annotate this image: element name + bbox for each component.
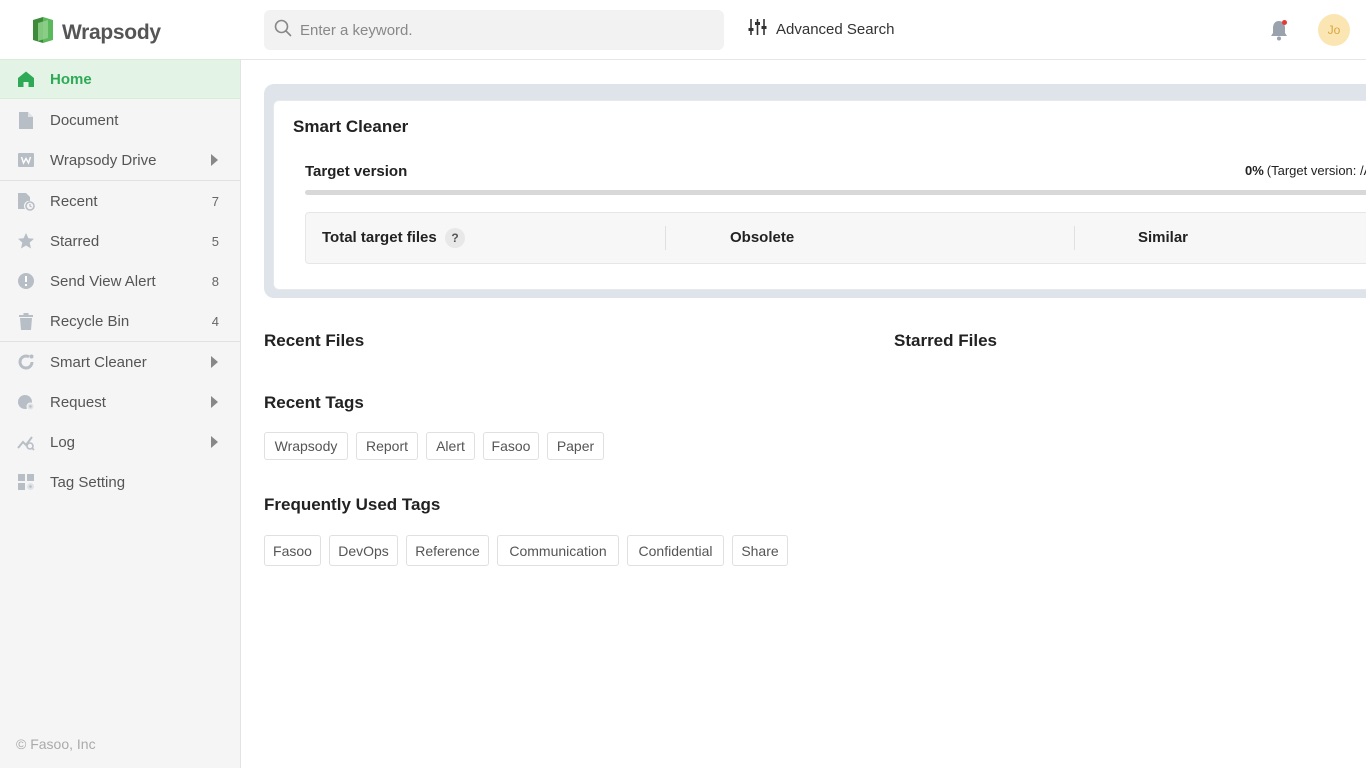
frequently-used-tags-heading: Frequently Used Tags bbox=[264, 495, 441, 514]
sidebar-item-document[interactable]: Document bbox=[0, 100, 240, 140]
alert-count: 8 bbox=[211, 273, 219, 289]
starred-count: 5 bbox=[211, 233, 219, 249]
app-name: Wrapsody bbox=[62, 20, 161, 44]
total-target-files-label: Total target files bbox=[322, 229, 437, 246]
target-version-detail: (Target version: /A bbox=[1266, 163, 1366, 178]
frequent-tag[interactable]: Share bbox=[732, 535, 788, 566]
advanced-search-label: Advanced Search bbox=[776, 20, 895, 38]
trash-icon bbox=[16, 311, 36, 331]
frequent-tag[interactable]: Communication bbox=[497, 535, 619, 566]
recent-tag[interactable]: Report bbox=[356, 432, 418, 460]
drive-icon bbox=[16, 150, 36, 170]
sidebar-item-tag-setting[interactable]: Tag Setting bbox=[0, 462, 240, 502]
sidebar-item-label: Home bbox=[50, 70, 92, 88]
target-version-status: 0% (Target version: /A bbox=[1245, 163, 1366, 178]
expand-arrow-icon[interactable] bbox=[211, 356, 218, 368]
request-icon bbox=[16, 392, 36, 412]
tag-setting-icon bbox=[16, 472, 36, 492]
search-box[interactable] bbox=[264, 10, 724, 50]
user-avatar[interactable]: Jo bbox=[1318, 14, 1350, 46]
frequent-tag[interactable]: Fasoo bbox=[264, 535, 321, 566]
recent-tag[interactable]: Paper bbox=[547, 432, 604, 460]
recycle-bin-count: 4 bbox=[211, 313, 219, 329]
stats-separator bbox=[665, 226, 666, 250]
expand-arrow-icon[interactable] bbox=[211, 436, 218, 448]
app-logo[interactable]: Wrapsody bbox=[30, 14, 161, 51]
starred-files-heading: Starred Files bbox=[894, 331, 997, 350]
search-input[interactable] bbox=[300, 21, 700, 39]
log-icon bbox=[16, 432, 36, 452]
sidebar-item-label: Smart Cleaner bbox=[50, 353, 147, 371]
recent-files-heading: Recent Files bbox=[264, 331, 365, 350]
notification-button[interactable] bbox=[1268, 18, 1290, 42]
search-icon bbox=[274, 19, 292, 42]
recent-count: 7 bbox=[211, 193, 219, 209]
advanced-search-button[interactable]: Advanced Search bbox=[748, 18, 894, 40]
alert-icon bbox=[16, 271, 36, 291]
smart-cleaner-icon bbox=[16, 352, 36, 372]
home-icon bbox=[16, 69, 36, 89]
target-version-label: Target version bbox=[305, 163, 408, 180]
sidebar-item-log[interactable]: Log bbox=[0, 422, 240, 462]
sidebar-item-label: Request bbox=[50, 393, 106, 411]
sidebar-item-label: Document bbox=[50, 111, 119, 129]
sidebar-item-recycle-bin[interactable]: Recycle Bin 4 bbox=[0, 301, 240, 341]
recent-tags-heading: Recent Tags bbox=[264, 393, 364, 412]
target-version-progress-bar bbox=[305, 190, 1366, 195]
recent-tag[interactable]: Wrapsody bbox=[264, 432, 348, 460]
sidebar-item-wrapsody-drive[interactable]: Wrapsody Drive bbox=[0, 140, 240, 180]
copyright: © Fasoo, Inc bbox=[16, 736, 96, 752]
star-icon bbox=[16, 231, 36, 251]
stats-separator bbox=[1074, 226, 1075, 250]
filter-sliders-icon bbox=[748, 18, 767, 40]
help-icon[interactable]: ? bbox=[445, 228, 465, 248]
sidebar-item-recent[interactable]: Recent 7 bbox=[0, 181, 240, 221]
frequent-tag[interactable]: Reference bbox=[406, 535, 489, 566]
wrapsody-logo-icon bbox=[30, 14, 56, 51]
sidebar-item-label: Starred bbox=[50, 232, 100, 250]
recent-icon bbox=[16, 191, 36, 211]
sidebar-item-send-view-alert[interactable]: Send View Alert 8 bbox=[0, 261, 240, 301]
sidebar-item-label: Log bbox=[50, 433, 76, 451]
sidebar-item-label: Recycle Bin bbox=[50, 312, 130, 330]
recent-tag[interactable]: Fasoo bbox=[483, 432, 539, 460]
bell-icon bbox=[1268, 21, 1290, 46]
expand-arrow-icon[interactable] bbox=[211, 154, 218, 166]
sidebar: Home Document Wrapsody Drive Recent 7 St… bbox=[0, 59, 241, 768]
document-icon bbox=[16, 110, 36, 130]
header-divider bbox=[240, 59, 1366, 60]
sidebar-item-smart-cleaner[interactable]: Smart Cleaner bbox=[0, 342, 240, 382]
progress-percent: 0% bbox=[1245, 163, 1264, 178]
sidebar-item-label: Send View Alert bbox=[50, 272, 156, 290]
notification-dot bbox=[1282, 20, 1287, 25]
sidebar-item-label: Recent bbox=[50, 192, 98, 210]
obsolete-label: Obsolete bbox=[730, 229, 795, 246]
sidebar-item-home[interactable]: Home bbox=[0, 59, 240, 99]
sidebar-item-starred[interactable]: Starred 5 bbox=[0, 221, 240, 261]
recent-tag[interactable]: Alert bbox=[426, 432, 475, 460]
smart-cleaner-title: Smart Cleaner bbox=[293, 117, 409, 136]
frequent-tag[interactable]: DevOps bbox=[329, 535, 398, 566]
sidebar-item-label: Wrapsody Drive bbox=[50, 151, 157, 169]
sidebar-item-request[interactable]: Request bbox=[0, 382, 240, 422]
sidebar-item-label: Tag Setting bbox=[50, 473, 126, 491]
expand-arrow-icon[interactable] bbox=[211, 396, 218, 408]
similar-label: Similar bbox=[1138, 229, 1189, 246]
frequent-tag[interactable]: Confidential bbox=[627, 535, 724, 566]
